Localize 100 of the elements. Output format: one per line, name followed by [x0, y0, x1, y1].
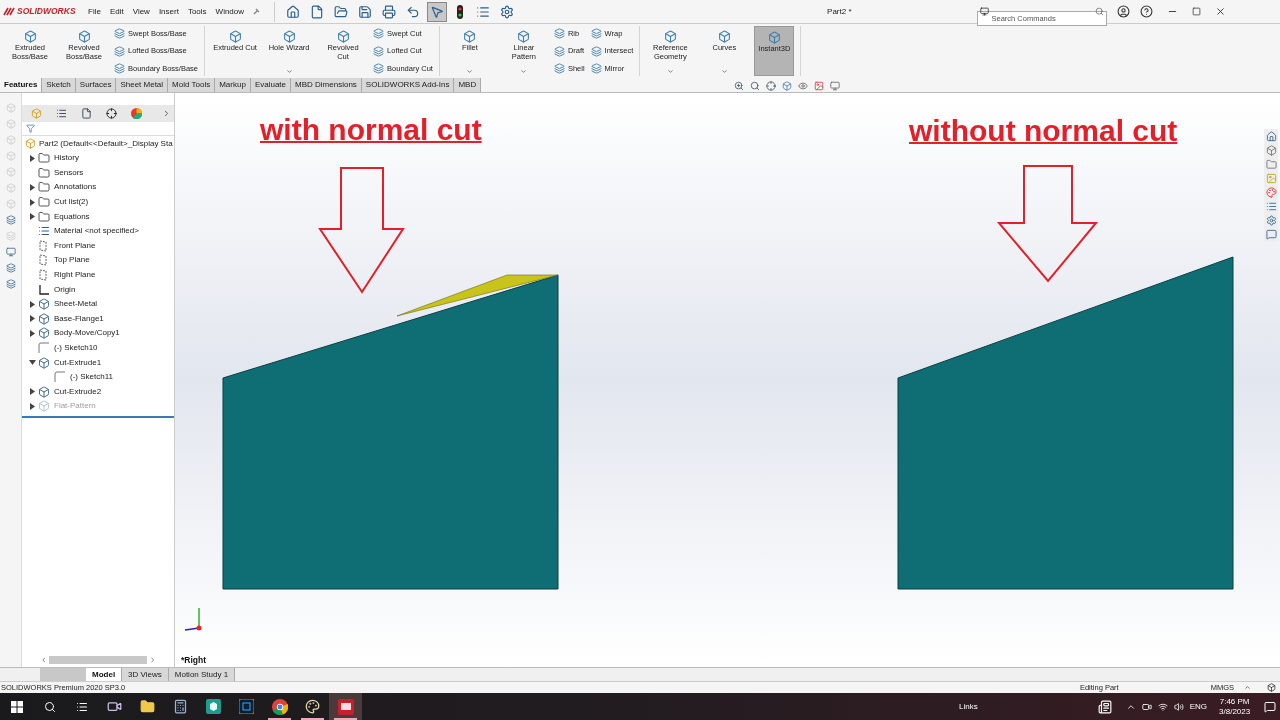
- command-tab[interactable]: MBD: [454, 78, 482, 92]
- command-tab[interactable]: Evaluate: [250, 78, 292, 92]
- menu-item[interactable]: File: [88, 5, 101, 18]
- menu-item[interactable]: Window: [215, 5, 245, 18]
- document-icon: [310, 4, 325, 19]
- zoom-area-icon[interactable]: [750, 81, 760, 91]
- bottom-tab[interactable]: Motion Study 1: [168, 668, 236, 681]
- cube-icon[interactable]: [782, 81, 792, 91]
- menu-item[interactable]: Tools: [187, 5, 207, 18]
- caret-icon[interactable]: [1244, 684, 1251, 691]
- cad-app-button[interactable]: [329, 693, 362, 720]
- monitor-icon[interactable]: [830, 81, 840, 91]
- feature-icon: [228, 30, 242, 43]
- layers-icon[interactable]: [5, 215, 16, 225]
- tree-item[interactable]: Cut list(2): [54, 196, 89, 209]
- collapsed-arrow-icon[interactable]: [29, 213, 35, 221]
- tree-item[interactable]: History: [54, 152, 79, 165]
- clock-time[interactable]: 7:46 PM: [1219, 696, 1250, 707]
- feature-icon: [373, 62, 385, 74]
- feature-icon: [590, 28, 602, 40]
- list-icon[interactable]: [1265, 201, 1277, 212]
- task-view-icon[interactable]: [76, 700, 88, 713]
- search-icon[interactable]: [44, 700, 56, 713]
- tree-root[interactable]: Part2 (Default<<Default>_Display Sta: [39, 137, 173, 150]
- view-orientation-icon[interactable]: [766, 81, 776, 91]
- help-icon[interactable]: [1139, 5, 1153, 18]
- collapsed-arrow-icon[interactable]: [29, 154, 35, 162]
- collapsed-arrow-icon[interactable]: [29, 388, 35, 396]
- restore-icon[interactable]: [1191, 7, 1201, 16]
- news-icon[interactable]: [1097, 699, 1112, 714]
- tree-item[interactable]: Body-Move/Copy1: [54, 327, 120, 340]
- camera-icon[interactable]: [1141, 701, 1152, 712]
- menu-item[interactable]: View: [132, 5, 150, 18]
- tree-item[interactable]: (-) Sketch10: [54, 342, 98, 354]
- user-icon[interactable]: [1116, 5, 1130, 18]
- expanded-arrow-icon[interactable]: [28, 360, 36, 366]
- gear-icon[interactable]: [1265, 215, 1277, 226]
- tree-item[interactable]: Base-Flange1: [54, 312, 104, 325]
- notifications-icon[interactable]: [1264, 700, 1277, 713]
- tree-item[interactable]: Origin: [54, 283, 76, 296]
- folder-icon: [140, 699, 155, 714]
- feature-icon: [590, 45, 602, 57]
- collapsed-arrow-icon[interactable]: [29, 198, 35, 206]
- more-tabs-icon[interactable]: [162, 109, 171, 118]
- command-tab[interactable]: Sketch: [42, 78, 76, 92]
- close-icon[interactable]: [1214, 6, 1226, 17]
- scroll-left-icon[interactable]: [40, 655, 48, 664]
- clock-date[interactable]: 3/8/2023: [1219, 706, 1251, 717]
- filter-icon[interactable]: [26, 124, 35, 133]
- layers-icon[interactable]: [5, 279, 16, 289]
- tree-item[interactable]: Top Plane: [54, 254, 90, 267]
- windows-start-icon[interactable]: [11, 700, 23, 713]
- command-tab[interactable]: MBD Dimensions: [291, 78, 362, 92]
- tree-item[interactable]: Equations: [54, 210, 90, 223]
- document-title: Part2 *: [827, 5, 852, 18]
- eye-icon[interactable]: [798, 81, 808, 91]
- property-manager-tab[interactable]: [56, 108, 67, 119]
- pin-icon[interactable]: [252, 7, 261, 16]
- tree-item[interactable]: Right Plane: [54, 269, 96, 282]
- tree-item[interactable]: Cut-Extrude2: [54, 385, 102, 398]
- volume-icon[interactable]: [1173, 701, 1184, 712]
- language-indicator[interactable]: ENG: [1189, 700, 1208, 713]
- command-tab[interactable]: Markup: [215, 78, 251, 92]
- collapsed-arrow-icon[interactable]: [29, 300, 35, 308]
- scrollbar-thumb[interactable]: [49, 655, 147, 664]
- tree-item[interactable]: Sheet-Metal: [54, 298, 98, 311]
- appearance-icon[interactable]: [1265, 187, 1277, 198]
- tree-item[interactable]: Material <not specified>: [54, 225, 139, 238]
- collapsed-arrow-icon[interactable]: [29, 184, 35, 191]
- tree-item[interactable]: Annotations: [54, 181, 97, 194]
- select-button[interactable]: [427, 1, 448, 22]
- menu-item[interactable]: Insert: [158, 5, 179, 18]
- zoom-icon[interactable]: [734, 81, 744, 91]
- configuration-manager-tab[interactable]: [81, 108, 92, 119]
- home-icon[interactable]: [1265, 131, 1277, 142]
- network-icon[interactable]: [1157, 701, 1168, 712]
- layers-icon[interactable]: [5, 263, 16, 273]
- rebuild-status-icon[interactable]: [1267, 683, 1276, 692]
- command-tab[interactable]: Sheet Metal: [116, 78, 169, 92]
- scene-icon[interactable]: [814, 81, 824, 91]
- appearance-tab[interactable]: [131, 108, 142, 119]
- bottom-tab[interactable]: Model: [86, 668, 123, 681]
- taskbar-toolbar-label[interactable]: Links: [959, 700, 978, 713]
- tree-item[interactable]: Sensors: [54, 166, 84, 179]
- bottom-tab[interactable]: 3D Views: [122, 668, 169, 681]
- dimxpert-tab[interactable]: [106, 108, 117, 119]
- collapsed-arrow-icon[interactable]: [29, 315, 35, 323]
- search-icon: [1094, 7, 1104, 16]
- tree-item[interactable]: Front Plane: [54, 239, 96, 252]
- command-tab[interactable]: SOLIDWORKS Add-Ins: [361, 78, 455, 92]
- chat-icon[interactable]: [1265, 229, 1277, 240]
- tree-item[interactable]: Cut-Extrude1: [54, 356, 102, 369]
- command-tab[interactable]: Surfaces: [75, 78, 117, 92]
- menu-item[interactable]: Edit: [109, 5, 124, 18]
- command-tab[interactable]: Mold Tools: [168, 78, 216, 92]
- library-icon[interactable]: [1265, 145, 1277, 156]
- graphics-area[interactable]: with normal cut without normal cut *Right: [175, 93, 1280, 667]
- collapsed-arrow-icon[interactable]: [29, 329, 35, 337]
- monitor-icon[interactable]: [5, 247, 16, 257]
- tree-item[interactable]: (-) Sketch11: [70, 371, 113, 384]
